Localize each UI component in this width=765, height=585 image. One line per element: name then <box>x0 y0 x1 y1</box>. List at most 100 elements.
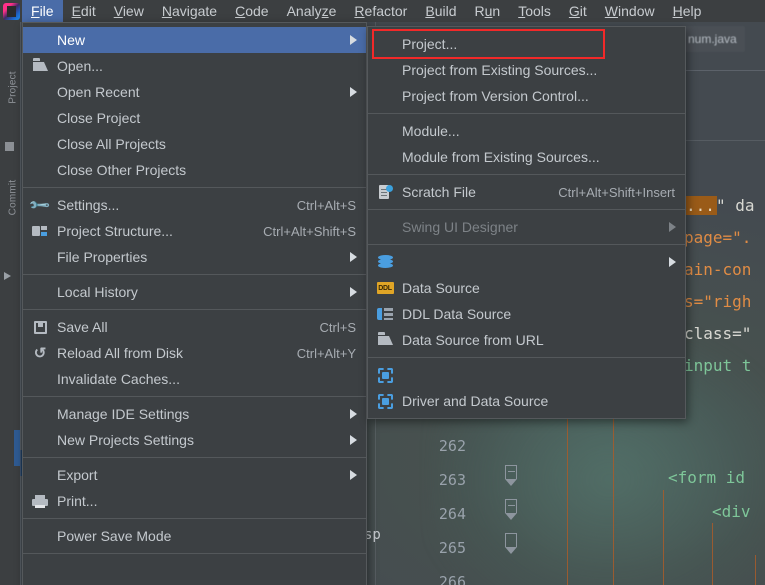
fold-marker-icon[interactable] <box>505 465 517 486</box>
menu-separator <box>368 174 685 175</box>
menu-item-data-source-from-path[interactable]: Data Source from URL <box>368 327 685 353</box>
menubar-item-run[interactable]: Run <box>466 0 510 22</box>
menubar-item-refactor[interactable]: Refactor <box>345 0 416 22</box>
code-fragment: <form id <box>668 468 746 487</box>
driver-icon <box>368 364 402 386</box>
chevron-right-icon[interactable] <box>4 272 11 280</box>
menubar-item-help[interactable]: Help <box>664 0 711 22</box>
menu-item-file-properties[interactable]: File Properties <box>23 244 366 270</box>
menu-item-invalidate-caches[interactable]: Invalidate Caches... <box>23 366 366 392</box>
menu-item-label: Close Project <box>57 110 141 126</box>
menubar-item-file[interactable]: FFileile <box>22 0 63 22</box>
menu-item-label: Module from Existing Sources... <box>402 149 600 165</box>
menu-icon-slot <box>368 120 402 142</box>
menu-item-manage-ide-settings[interactable]: Manage IDE Settings <box>23 401 366 427</box>
menu-bar[interactable]: FFileile Edit View Navigate Code Analyze… <box>0 0 765 22</box>
menu-item-label: Project Structure... <box>57 223 173 239</box>
menu-item-module-from-existing-sources[interactable]: Module from Existing Sources... <box>368 144 685 170</box>
menu-item-swing-ui-designer: Swing UI Designer <box>368 214 685 240</box>
rail-handle[interactable] <box>5 142 14 151</box>
menu-item-open[interactable]: Open... <box>23 53 366 79</box>
fold-marker-icon[interactable] <box>505 499 517 520</box>
chevron-right-icon <box>350 409 357 419</box>
menu-item-label: Swing UI Designer <box>402 219 518 235</box>
menu-item-project-from-existing-sources[interactable]: Project from Existing Sources... <box>368 57 685 83</box>
file-menu-dropdown[interactable]: New Open... Open Recent Close Project Cl… <box>22 22 367 585</box>
menu-item-power-save-mode[interactable]: Power Save Mode <box>23 523 366 549</box>
menu-item-close-project[interactable]: Close Project <box>23 105 366 131</box>
menu-item-project-from-version-control[interactable]: Project from Version Control... <box>368 83 685 109</box>
wrench-icon: 🔧 <box>27 192 52 217</box>
menu-item-export[interactable]: Export <box>23 462 366 488</box>
menu-icon-slot <box>23 403 57 425</box>
menu-item-label: DDL Data Source <box>402 306 512 322</box>
menu-item-reload-all-from-disk[interactable]: ↺ Reload All from Disk Ctrl+Alt+Y <box>23 340 366 366</box>
menu-item-shortcut: Ctrl+Alt+Shift+Insert <box>558 184 675 200</box>
menu-icon-slot <box>23 429 57 451</box>
menubar-item-edit[interactable]: Edit <box>63 0 105 22</box>
new-submenu-dropdown[interactable]: Project... Project from Existing Sources… <box>367 26 686 419</box>
menu-item-label: File Properties <box>57 249 148 265</box>
menubar-item-build[interactable]: Build <box>416 0 465 22</box>
menu-item-print[interactable]: Print... <box>23 488 366 514</box>
menu-item-project-structure[interactable]: Project Structure... Ctrl+Alt+Shift+S <box>23 218 366 244</box>
menu-item-data-source-from-url[interactable]: DDL Data Source <box>368 301 685 327</box>
menu-item-close-all-projects[interactable]: Close All Projects <box>23 131 366 157</box>
menubar-item-window[interactable]: Window <box>596 0 664 22</box>
chevron-right-icon <box>350 435 357 445</box>
menu-item-new[interactable]: New <box>23 27 366 53</box>
ddl-icon: DDL <box>368 277 402 299</box>
menu-item-settings[interactable]: 🔧 Settings... Ctrl+Alt+S <box>23 192 366 218</box>
menu-item-ddl-data-source[interactable]: DDL Data Source <box>368 275 685 301</box>
reload-icon: ↺ <box>33 345 47 362</box>
menubar-item-navigate[interactable]: Navigate <box>153 0 226 22</box>
menu-item-scratch-file[interactable]: Scratch File Ctrl+Alt+Shift+Insert <box>368 179 685 205</box>
menubar-item-analyze[interactable]: Analyze <box>278 0 346 22</box>
menu-separator <box>368 209 685 210</box>
code-folding-column[interactable] <box>505 395 525 585</box>
menu-item-close-other-projects[interactable]: Close Other Projects <box>23 157 366 183</box>
left-tool-rail[interactable]: Project Commit <box>0 22 20 585</box>
menu-item-local-history[interactable]: Local History <box>23 279 366 305</box>
menu-icon-slot <box>23 81 57 103</box>
code-fragment: s="righ <box>684 292 752 311</box>
menu-item-label: Open Recent <box>57 84 140 100</box>
menu-item-label: Invalidate Caches... <box>57 371 180 387</box>
menu-item-module[interactable]: Module... <box>368 118 685 144</box>
folder-icon <box>23 55 57 77</box>
menu-item-label: Settings... <box>57 197 120 213</box>
menu-item-driver-and-data-source[interactable] <box>368 362 685 388</box>
intellij-idea-logo-icon <box>3 3 20 20</box>
menu-item-label: Driver and Data Source <box>402 393 549 409</box>
menubar-item-git[interactable]: Git <box>560 0 596 22</box>
menu-item-open-recent[interactable]: Open Recent <box>23 79 366 105</box>
menu-item-data-source[interactable] <box>368 249 685 275</box>
menu-separator <box>23 457 366 458</box>
menubar-item-code[interactable]: Code <box>226 0 277 22</box>
rail-label-commit[interactable]: Commit <box>8 169 19 227</box>
menu-item-label: New <box>57 32 86 48</box>
menu-item-label: Project... <box>402 36 458 52</box>
url-icon <box>368 303 402 325</box>
menu-item-exit[interactable] <box>23 558 366 584</box>
menu-item-label: Export <box>57 467 98 483</box>
menu-item-new-projects-settings[interactable]: New Projects Settings <box>23 427 366 453</box>
code-fragment: <div <box>712 502 751 521</box>
menu-separator <box>23 553 366 554</box>
chevron-right-icon <box>350 470 357 480</box>
menu-separator <box>368 244 685 245</box>
editor-tab[interactable]: num.java <box>680 26 745 52</box>
fold-marker-icon[interactable] <box>505 533 517 554</box>
save-icon <box>23 316 57 338</box>
menu-item-project[interactable]: Project... <box>368 31 685 57</box>
menu-icon-slot <box>23 281 57 303</box>
menu-item-driver[interactable]: Driver and Data Source <box>368 388 685 414</box>
menubar-item-tools[interactable]: Tools <box>509 0 560 22</box>
menubar-item-view[interactable]: View <box>105 0 153 22</box>
editor-gutter: 261 262 263 264 265 266 <box>422 395 466 585</box>
rail-label-project[interactable]: Project <box>8 59 19 117</box>
menu-item-save-all[interactable]: Save All Ctrl+S <box>23 314 366 340</box>
menu-icon-slot <box>368 216 402 238</box>
code-fragment: page=". <box>684 228 752 247</box>
code-fragment: ain-con <box>684 260 752 279</box>
